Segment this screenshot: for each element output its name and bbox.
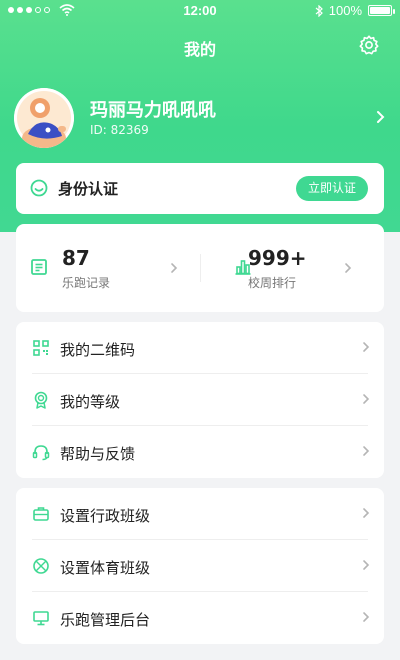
chevron-right-icon	[363, 446, 370, 456]
menu-item-label: 乐跑管理后台	[60, 611, 151, 629]
stat-value: 87	[62, 246, 90, 270]
chevron-right-icon	[171, 263, 178, 273]
battery-fill	[370, 7, 390, 14]
stat-label: 校周排行	[248, 276, 297, 290]
verify-now-button[interactable]: 立即认证	[295, 176, 368, 201]
basketball-icon	[33, 558, 49, 574]
user-id: ID: 82369	[90, 123, 149, 137]
menu-item-label: 设置行政班级	[60, 507, 151, 525]
page-title: 我的	[183, 40, 216, 59]
identity-card: 身份认证 立即认证	[16, 163, 384, 214]
battery-percent: 100%	[328, 3, 362, 18]
stat-campus-ranking[interactable]: 999+ 校周排行	[200, 224, 384, 312]
chevron-right-icon	[363, 342, 370, 352]
menu-item-label: 帮助与反馈	[60, 445, 136, 463]
menu-item-admin-console[interactable]: 乐跑管理后台	[16, 592, 384, 644]
menu-item-qrcode[interactable]: 我的二维码	[16, 322, 384, 374]
chevron-right-icon	[345, 263, 352, 273]
status-bar: 12:00 100%	[0, 0, 400, 22]
menu-item-level[interactable]: 我的等级	[16, 374, 384, 426]
avatar[interactable]	[14, 88, 74, 148]
avatar-illustration	[14, 88, 74, 148]
briefcase-icon	[33, 507, 49, 521]
gear-icon[interactable]	[358, 34, 380, 56]
stat-value: 999+	[248, 246, 307, 270]
menu-group-2: 设置行政班级 设置体育班级 乐跑管理后台	[16, 488, 384, 644]
menu-item-label: 设置体育班级	[60, 559, 151, 577]
menu-item-label: 我的二维码	[60, 341, 136, 359]
clipboard-icon	[31, 259, 47, 275]
medal-icon	[34, 391, 48, 409]
qrcode-icon	[33, 340, 49, 356]
menu-group-1: 我的二维码 我的等级 帮助与反馈	[16, 322, 384, 478]
smile-icon	[30, 179, 48, 197]
nav-bar: 我的	[0, 30, 400, 60]
menu-item-label: 我的等级	[60, 393, 121, 411]
menu-item-pe-class[interactable]: 设置体育班级	[16, 540, 384, 592]
chevron-right-icon	[363, 508, 370, 518]
menu-item-help-feedback[interactable]: 帮助与反馈	[16, 426, 384, 478]
identity-title: 身份认证	[58, 180, 119, 198]
chevron-right-icon	[363, 560, 370, 570]
bluetooth-icon	[315, 4, 323, 17]
stats-card: 87 乐跑记录 999+ 校周排行	[16, 224, 384, 312]
profile-row[interactable]: 玛丽马力吼吼吼 ID: 82369	[14, 88, 386, 150]
user-name: 玛丽马力吼吼吼	[90, 100, 216, 121]
menu-item-admin-class[interactable]: 设置行政班级	[16, 488, 384, 540]
headset-icon	[32, 445, 50, 461]
monitor-icon	[33, 611, 49, 626]
stat-run-records[interactable]: 87 乐跑记录	[16, 224, 200, 312]
stat-label: 乐跑记录	[62, 276, 111, 290]
battery-icon	[368, 5, 395, 16]
chevron-right-icon[interactable]	[376, 110, 386, 124]
chevron-right-icon	[363, 394, 370, 404]
chevron-right-icon	[363, 612, 370, 622]
